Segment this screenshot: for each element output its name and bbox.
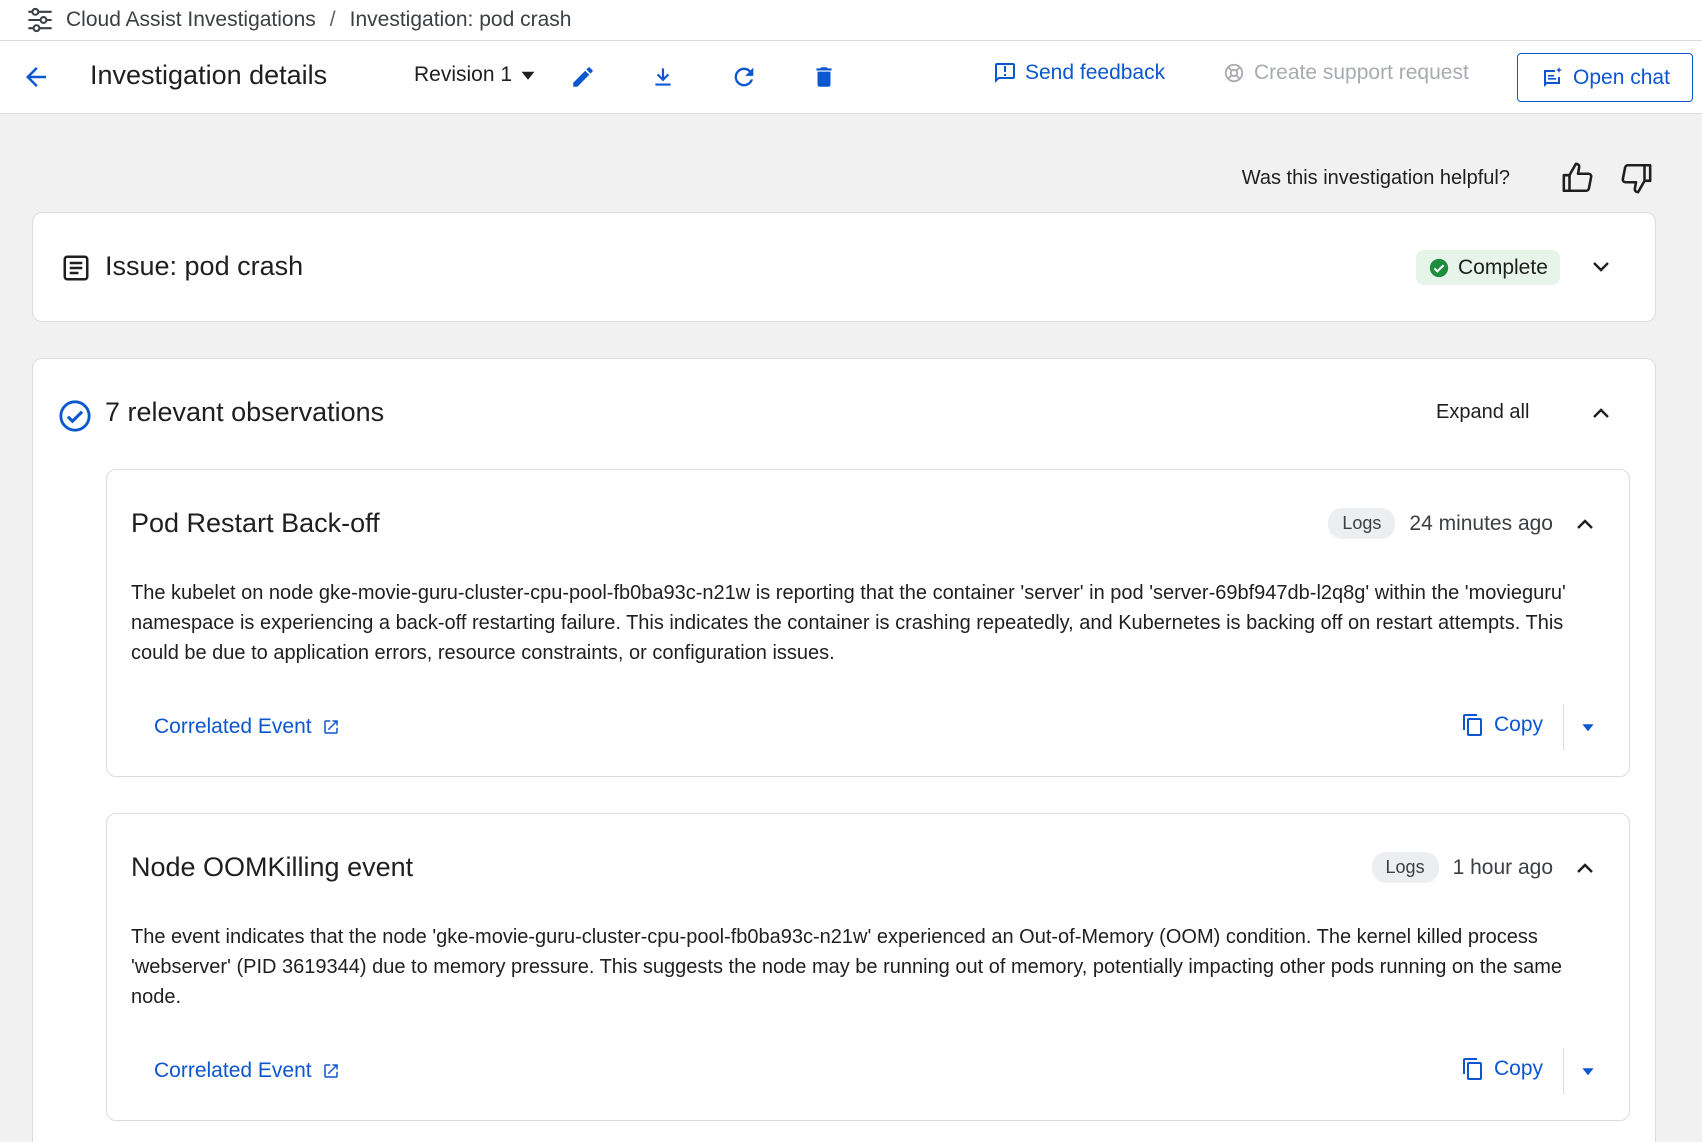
source-chip: Logs [1328, 508, 1396, 539]
chevron-up-icon [1577, 518, 1593, 529]
observations-collapse-button[interactable] [1585, 397, 1617, 429]
breadcrumb: Cloud Assist Investigations / Investigat… [0, 0, 1702, 41]
observation-title: Node OOMKilling event [131, 852, 414, 882]
open-chat-label: Open chat [1573, 65, 1670, 89]
download-button[interactable] [647, 61, 679, 93]
observation-collapse-button[interactable] [1571, 854, 1599, 882]
copy-options-dropdown[interactable] [1573, 1056, 1603, 1086]
breadcrumb-separator: / [329, 8, 336, 31]
copy-label: Copy [1494, 713, 1544, 736]
arrow-back-icon [26, 67, 46, 87]
copy-options-dropdown[interactable] [1573, 712, 1603, 742]
issue-card: Issue: pod crash Complete [32, 212, 1656, 322]
expand-all-button[interactable]: Expand all [1436, 401, 1529, 424]
copy-label: Copy [1494, 1057, 1544, 1080]
copy-icon [1463, 714, 1482, 736]
thumbs-up-icon [1562, 162, 1593, 193]
copy-split-divider [1563, 704, 1564, 750]
caret-down-icon [1582, 1068, 1594, 1076]
tune-icon [26, 6, 54, 34]
delete-button[interactable] [808, 61, 840, 93]
edit-button[interactable] [567, 61, 599, 93]
refresh-icon [734, 67, 754, 87]
page-title: Investigation details [90, 60, 328, 90]
create-support-request-label: Create support request [1254, 61, 1469, 84]
correlated-event-link[interactable]: Correlated Event [154, 715, 340, 739]
observations-card: 7 relevant observations Expand all Pod R… [32, 358, 1656, 1142]
observation-description: The kubelet on node gke-movie-guru-clust… [131, 582, 1566, 664]
status-badge: Complete [1416, 250, 1560, 285]
observation-meta: Logs 1 hour ago [1371, 852, 1599, 883]
breadcrumb-current: Investigation: pod crash [349, 8, 572, 31]
source-chip: Logs [1371, 852, 1439, 883]
observation-time: 24 minutes ago [1409, 511, 1553, 535]
observation-time: 1 hour ago [1452, 855, 1553, 879]
copy-split-divider [1563, 1048, 1564, 1094]
caret-down-icon [1582, 724, 1594, 732]
send-feedback-label: Send feedback [1025, 61, 1166, 84]
trash-icon [816, 67, 832, 87]
chat-spark-icon [1544, 66, 1563, 87]
revision-select[interactable]: Revision 1 [414, 63, 536, 87]
chevron-down-icon [1593, 262, 1609, 272]
chevron-up-icon [1577, 862, 1593, 873]
thumbs-up-button[interactable] [1558, 158, 1598, 198]
open-in-new-icon [323, 720, 338, 734]
caret-down-icon [521, 71, 535, 80]
download-icon [655, 68, 671, 86]
toolbar: Investigation details Revision 1 Send fe… [0, 41, 1702, 114]
observation-description: The event indicates that the node 'gke-m… [131, 926, 1562, 1008]
support-icon [1224, 63, 1244, 83]
helpful-question: Was this investigation helpful? [1241, 166, 1510, 189]
observation-collapse-button[interactable] [1571, 510, 1599, 538]
copy-button[interactable]: Copy [1461, 1057, 1543, 1081]
correlated-event-label: Correlated Event [154, 1059, 312, 1082]
observation-title: Pod Restart Back-off [131, 508, 380, 538]
breadcrumb-root[interactable]: Cloud Assist Investigations [66, 8, 316, 32]
document-icon [61, 253, 91, 288]
copy-icon [1463, 1058, 1482, 1080]
check-circle-outline-icon [58, 399, 92, 438]
feedback-icon [995, 63, 1015, 83]
create-support-request-button: Create support request [1223, 61, 1469, 85]
observation-item: Node OOMKilling event Logs 1 hour ago Th… [106, 813, 1630, 1121]
chevron-up-icon [1593, 408, 1609, 418]
refresh-button[interactable] [728, 61, 760, 93]
thumbs-down-button[interactable] [1616, 158, 1656, 198]
correlated-event-link[interactable]: Correlated Event [154, 1059, 340, 1083]
observation-meta: Logs 24 minutes ago [1328, 508, 1599, 539]
observations-title: 7 relevant observations [105, 397, 385, 427]
helpful-feedback: Was this investigation helpful? [1242, 158, 1656, 198]
observation-item: Pod Restart Back-off Logs 24 minutes ago… [106, 469, 1630, 777]
thumbs-down-icon [1621, 163, 1652, 194]
open-chat-button[interactable]: Open chat [1517, 53, 1693, 102]
pencil-icon [573, 67, 593, 87]
revision-label: Revision 1 [414, 63, 513, 86]
open-in-new-icon [323, 1064, 338, 1078]
check-circle-icon [1429, 258, 1449, 277]
send-feedback-button[interactable]: Send feedback [993, 61, 1165, 85]
copy-button[interactable]: Copy [1461, 713, 1543, 737]
correlated-event-label: Correlated Event [154, 715, 312, 738]
issue-expand-button[interactable] [1585, 251, 1617, 283]
status-label: Complete [1458, 255, 1548, 279]
issue-title: Issue: pod crash [105, 251, 304, 281]
back-button[interactable] [18, 59, 54, 95]
